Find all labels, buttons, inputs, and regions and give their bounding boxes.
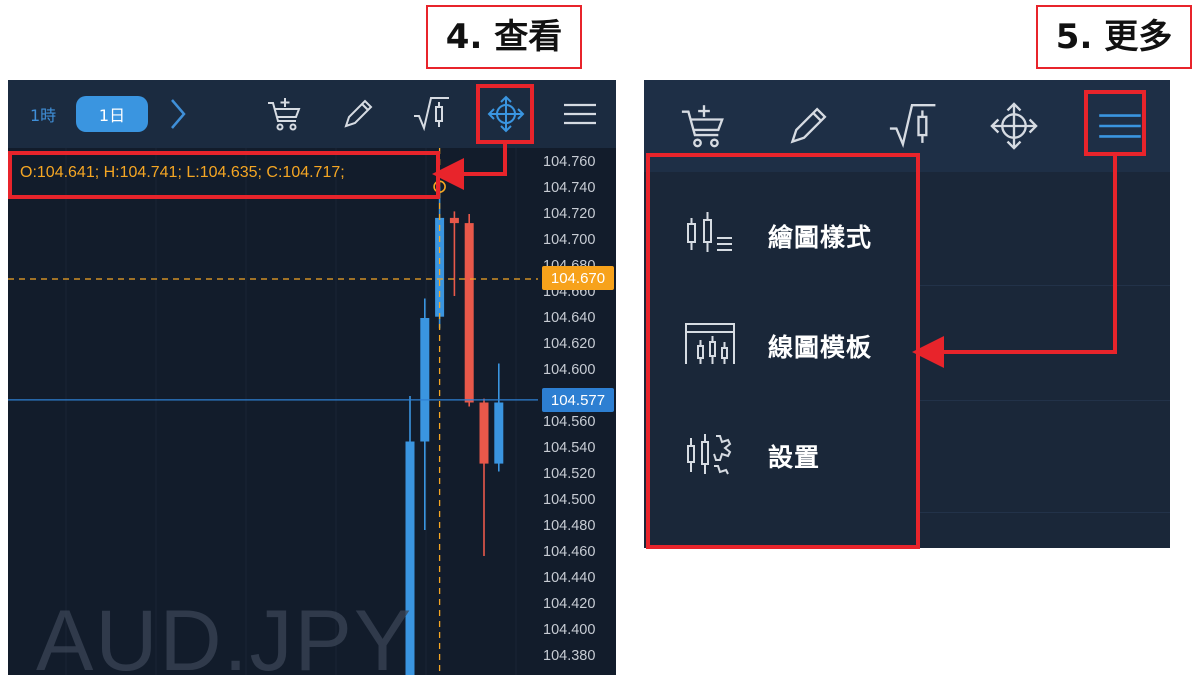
menu-toolbar: [644, 80, 1170, 172]
chart-panel: 1時 1日 O:104.641; H:104.741; L:104.635; C…: [8, 80, 616, 675]
price-tick-label: 104.400: [543, 622, 596, 638]
symbol-watermark: AUD.JPY: [36, 593, 414, 675]
more-menu-dropdown: 繪圖樣式 線圖模板 設置: [650, 172, 916, 546]
price-tick-label: 104.540: [543, 440, 596, 456]
callout-view-label: 4. 查看: [426, 5, 582, 69]
crosshair-price-tag: 104.670: [542, 266, 614, 290]
price-tick-label: 104.440: [543, 570, 596, 586]
price-tick-label: 104.740: [543, 180, 596, 196]
candle-body: [464, 223, 474, 403]
more-menu-panel: 繪圖樣式 線圖模板 設置: [644, 80, 1170, 548]
menu-item-label: 設置: [768, 443, 821, 472]
callout-more-label: 5. 更多: [1036, 5, 1192, 69]
price-tick-label: 104.760: [543, 154, 596, 170]
crosshair-icon[interactable]: [486, 94, 526, 134]
price-tick-label: 104.520: [543, 466, 596, 482]
price-tick-label: 104.380: [543, 648, 596, 664]
ohlc-readout: O:104.641; H:104.741; L:104.635; C:104.7…: [20, 164, 345, 181]
current-price-tag: 104.577: [542, 388, 614, 412]
price-tick-label: 104.620: [543, 336, 596, 352]
settings-icon: [687, 434, 732, 475]
crosshair-icon[interactable]: [988, 100, 1040, 152]
hamburger-menu-icon[interactable]: [1094, 100, 1146, 152]
cart-plus-icon[interactable]: [265, 94, 305, 134]
price-tick-label: 104.480: [543, 518, 596, 534]
indicator-icon[interactable]: [886, 100, 938, 152]
price-tick-label: 104.420: [543, 596, 596, 612]
chart-style-icon: [687, 212, 732, 252]
price-tick-label: 104.700: [543, 232, 596, 248]
price-tick-label: 104.500: [543, 492, 596, 508]
candle-body: [479, 402, 489, 464]
candle-body: [449, 217, 459, 224]
price-tick-label: 104.460: [543, 544, 596, 560]
price-tick-label: 104.640: [543, 310, 596, 326]
pencil-icon[interactable]: [782, 100, 834, 152]
candle-body: [435, 217, 445, 317]
candle-body: [420, 318, 430, 442]
timeframe-1d-tab[interactable]: 1日: [76, 96, 148, 132]
menu-item-chart-template[interactable]: 線圖模板: [650, 290, 916, 400]
candle-body: [494, 402, 504, 464]
cart-plus-icon[interactable]: [678, 100, 730, 152]
pencil-icon[interactable]: [338, 94, 378, 134]
menu-item-settings[interactable]: 設置: [650, 400, 916, 510]
indicator-icon[interactable]: [411, 94, 451, 134]
chart-template-icon: [685, 323, 735, 364]
price-tick-label: 104.560: [543, 414, 596, 430]
menu-item-label: 繪圖樣式: [768, 223, 873, 252]
chevron-right-icon[interactable]: [168, 98, 188, 130]
price-tick-label: 104.720: [543, 206, 596, 222]
price-tick-label: 104.600: [543, 362, 596, 378]
hamburger-menu-icon[interactable]: [560, 94, 600, 134]
chart-toolbar: 1時 1日: [8, 80, 616, 148]
timeframe-1h-tab[interactable]: 1時: [30, 102, 56, 126]
menu-item-label: 線圖模板: [768, 333, 873, 362]
menu-item-chart-style[interactable]: 繪圖樣式: [650, 180, 916, 290]
